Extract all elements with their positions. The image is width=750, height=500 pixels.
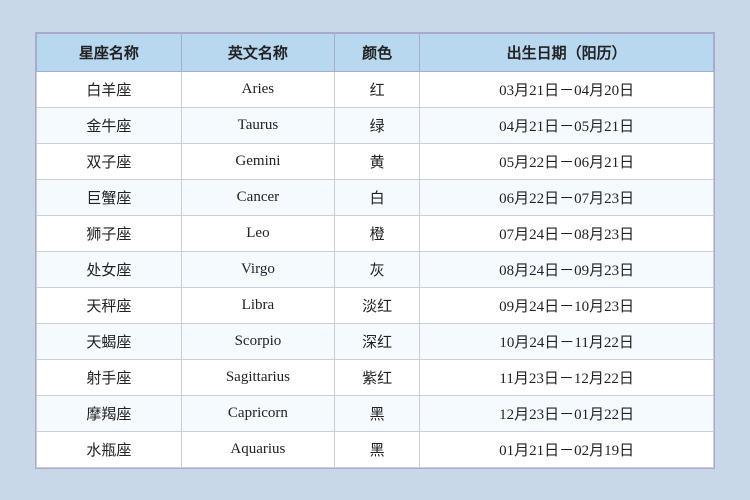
cell-r3-c3: 06月22日－07月23日 bbox=[420, 179, 714, 215]
table-body: 白羊座Aries红03月21日－04月20日金牛座Taurus绿04月21日－0… bbox=[37, 71, 714, 467]
header-col-0: 星座名称 bbox=[37, 33, 182, 71]
cell-r3-c2: 白 bbox=[334, 179, 419, 215]
cell-r2-c1: Gemini bbox=[181, 143, 334, 179]
table-row: 天秤座Libra淡红09月24日－10月23日 bbox=[37, 287, 714, 323]
table-row: 天蝎座Scorpio深红10月24日－11月22日 bbox=[37, 323, 714, 359]
cell-r2-c0: 双子座 bbox=[37, 143, 182, 179]
cell-r5-c1: Virgo bbox=[181, 251, 334, 287]
cell-r4-c2: 橙 bbox=[334, 215, 419, 251]
cell-r8-c1: Sagittarius bbox=[181, 359, 334, 395]
cell-r2-c3: 05月22日－06月21日 bbox=[420, 143, 714, 179]
cell-r6-c0: 天秤座 bbox=[37, 287, 182, 323]
header-col-1: 英文名称 bbox=[181, 33, 334, 71]
cell-r4-c0: 狮子座 bbox=[37, 215, 182, 251]
table-row: 金牛座Taurus绿04月21日－05月21日 bbox=[37, 107, 714, 143]
cell-r9-c3: 12月23日－01月22日 bbox=[420, 395, 714, 431]
cell-r10-c1: Aquarius bbox=[181, 431, 334, 467]
cell-r9-c1: Capricorn bbox=[181, 395, 334, 431]
cell-r1-c0: 金牛座 bbox=[37, 107, 182, 143]
cell-r10-c3: 01月21日－02月19日 bbox=[420, 431, 714, 467]
cell-r10-c0: 水瓶座 bbox=[37, 431, 182, 467]
cell-r0-c0: 白羊座 bbox=[37, 71, 182, 107]
zodiac-table: 星座名称英文名称颜色出生日期（阳历） 白羊座Aries红03月21日－04月20… bbox=[36, 33, 714, 468]
cell-r4-c1: Leo bbox=[181, 215, 334, 251]
cell-r7-c2: 深红 bbox=[334, 323, 419, 359]
table-row: 水瓶座Aquarius黑01月21日－02月19日 bbox=[37, 431, 714, 467]
cell-r3-c0: 巨蟹座 bbox=[37, 179, 182, 215]
header-col-3: 出生日期（阳历） bbox=[420, 33, 714, 71]
cell-r4-c3: 07月24日－08月23日 bbox=[420, 215, 714, 251]
cell-r8-c2: 紫红 bbox=[334, 359, 419, 395]
cell-r1-c3: 04月21日－05月21日 bbox=[420, 107, 714, 143]
cell-r5-c2: 灰 bbox=[334, 251, 419, 287]
cell-r0-c1: Aries bbox=[181, 71, 334, 107]
cell-r6-c2: 淡红 bbox=[334, 287, 419, 323]
cell-r8-c0: 射手座 bbox=[37, 359, 182, 395]
cell-r2-c2: 黄 bbox=[334, 143, 419, 179]
table-row: 摩羯座Capricorn黑12月23日－01月22日 bbox=[37, 395, 714, 431]
table-header-row: 星座名称英文名称颜色出生日期（阳历） bbox=[37, 33, 714, 71]
table-row: 狮子座Leo橙07月24日－08月23日 bbox=[37, 215, 714, 251]
header-col-2: 颜色 bbox=[334, 33, 419, 71]
table-row: 白羊座Aries红03月21日－04月20日 bbox=[37, 71, 714, 107]
table-row: 处女座Virgo灰08月24日－09月23日 bbox=[37, 251, 714, 287]
cell-r7-c0: 天蝎座 bbox=[37, 323, 182, 359]
cell-r8-c3: 11月23日－12月22日 bbox=[420, 359, 714, 395]
cell-r6-c1: Libra bbox=[181, 287, 334, 323]
cell-r5-c0: 处女座 bbox=[37, 251, 182, 287]
table-row: 双子座Gemini黄05月22日－06月21日 bbox=[37, 143, 714, 179]
table-row: 射手座Sagittarius紫红11月23日－12月22日 bbox=[37, 359, 714, 395]
cell-r1-c1: Taurus bbox=[181, 107, 334, 143]
cell-r10-c2: 黑 bbox=[334, 431, 419, 467]
cell-r5-c3: 08月24日－09月23日 bbox=[420, 251, 714, 287]
cell-r0-c2: 红 bbox=[334, 71, 419, 107]
cell-r6-c3: 09月24日－10月23日 bbox=[420, 287, 714, 323]
cell-r3-c1: Cancer bbox=[181, 179, 334, 215]
cell-r1-c2: 绿 bbox=[334, 107, 419, 143]
table-row: 巨蟹座Cancer白06月22日－07月23日 bbox=[37, 179, 714, 215]
cell-r0-c3: 03月21日－04月20日 bbox=[420, 71, 714, 107]
cell-r7-c3: 10月24日－11月22日 bbox=[420, 323, 714, 359]
cell-r9-c2: 黑 bbox=[334, 395, 419, 431]
cell-r7-c1: Scorpio bbox=[181, 323, 334, 359]
zodiac-table-container: 星座名称英文名称颜色出生日期（阳历） 白羊座Aries红03月21日－04月20… bbox=[35, 32, 715, 469]
cell-r9-c0: 摩羯座 bbox=[37, 395, 182, 431]
